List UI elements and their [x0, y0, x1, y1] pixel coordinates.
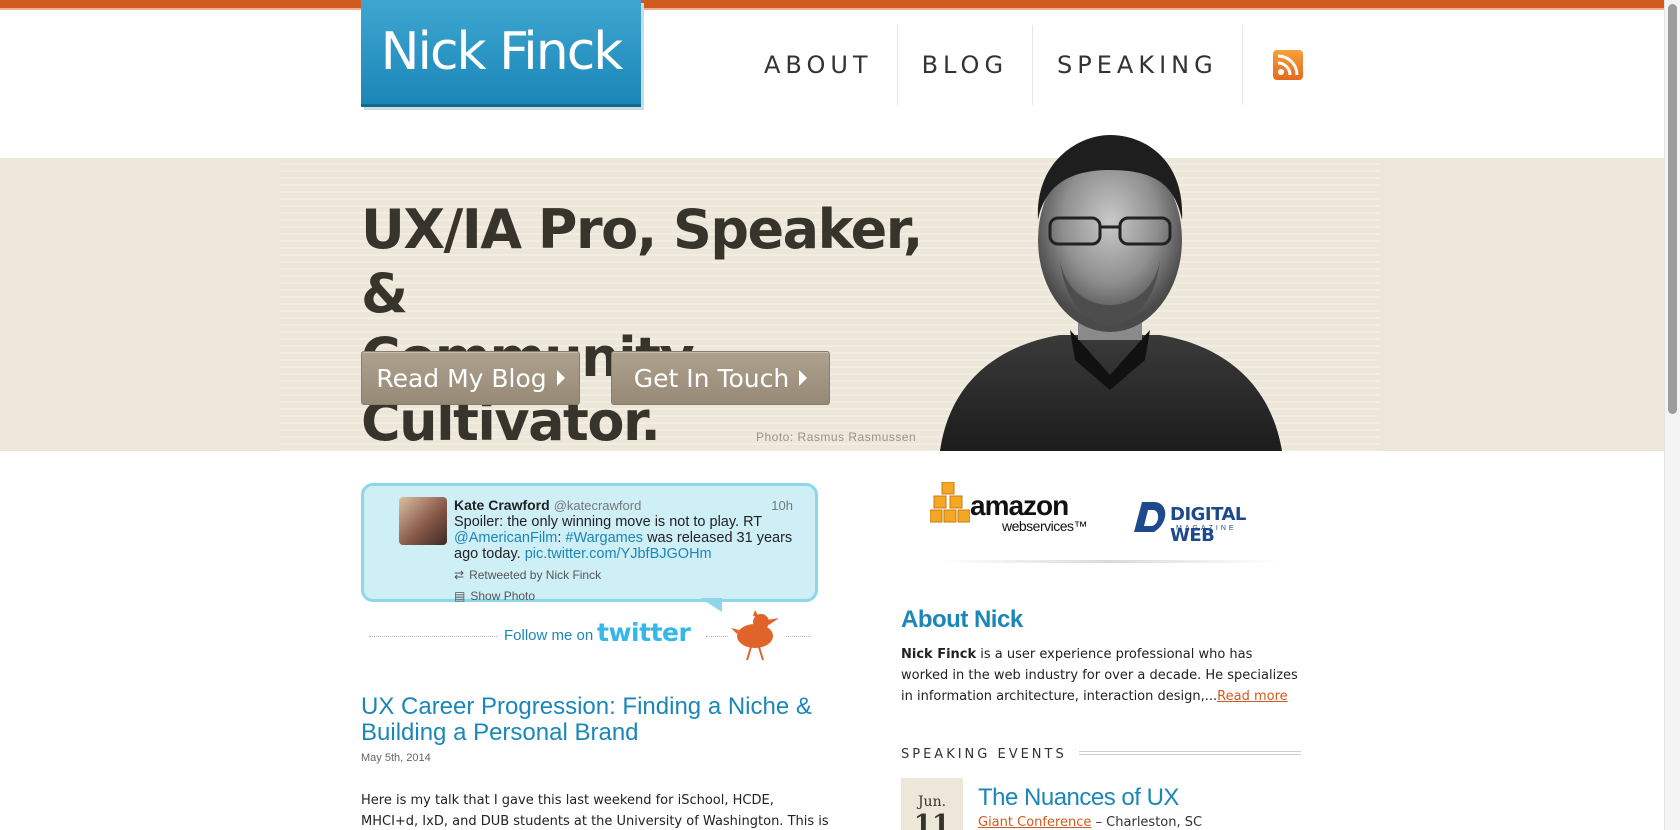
headline-line-1: UX/IA Pro, Speaker, &	[361, 198, 923, 325]
divider	[706, 636, 728, 637]
divider	[369, 636, 497, 637]
tweet-author-name: Kate Crawford	[454, 497, 550, 513]
follow-label: Follow me on	[504, 627, 594, 644]
vertical-scrollbar[interactable]	[1664, 0, 1680, 830]
post-title-link[interactable]: UX Career Progression: Finding a Niche &…	[361, 694, 821, 746]
follow-on-twitter[interactable]: Follow me on twitter	[361, 610, 818, 662]
read-more-link[interactable]: Read more	[1217, 689, 1287, 704]
tweet-bubble-tail	[700, 598, 722, 612]
digital-web-logo[interactable]: DIGITAL WEB MAGAZINE	[1130, 500, 1280, 546]
about-name: Nick Finck	[901, 647, 977, 662]
event-day: 11	[913, 810, 951, 830]
photo-credit: Photo: Rasmus Rasmussen	[756, 430, 917, 444]
post-date: May 5th, 2014	[361, 752, 431, 764]
event-conference-link[interactable]: Giant Conference	[978, 815, 1091, 830]
main-nav: ABOUT BLOG SPEAKING	[740, 20, 1303, 110]
bird-icon	[731, 610, 779, 661]
rss-icon[interactable]	[1272, 50, 1303, 80]
digital-web-subtitle: MAGAZINE	[1176, 525, 1237, 532]
nav-blog[interactable]: BLOG	[898, 25, 1034, 105]
event-city: – Charleston, SC	[1091, 815, 1203, 830]
aws-logo[interactable]: amazon webservices™	[930, 478, 1088, 538]
read-my-blog-button[interactable]: Read My Blog	[361, 351, 580, 405]
tweet-handle: @katecrawford	[553, 498, 642, 513]
caret-right-icon	[556, 370, 565, 386]
show-photo-link[interactable]: ▤ Show Photo	[454, 589, 535, 603]
aws-cubes-icon	[930, 482, 970, 523]
sponsor-logos: amazon webservices™ DIGITAL WEB MAGAZINE	[930, 478, 1285, 568]
top-accent-bar	[0, 0, 1664, 10]
logo-text: Nick Finck	[380, 22, 624, 82]
tweet-pic-link[interactable]: pic.twitter.com/YJbfBJGOHm	[525, 546, 712, 562]
tweet-hashtag-link[interactable]: #Wargames	[565, 530, 643, 546]
about-text: Nick Finck is a user experience professi…	[901, 644, 1301, 707]
hero-banner: UX/IA Pro, Speaker, & Community Cultivat…	[0, 158, 1664, 451]
hero-headline: UX/IA Pro, Speaker, & Community Cultivat…	[361, 198, 981, 451]
event-month: Jun.	[917, 794, 947, 810]
divider	[786, 636, 811, 637]
divider	[940, 560, 1280, 563]
about-heading: About Nick	[901, 606, 1023, 633]
tweet-text-1: Spoiler: the only winning move is not to…	[454, 514, 762, 530]
site-logo[interactable]: Nick Finck	[361, 0, 641, 107]
get-in-touch-button[interactable]: Get In Touch	[611, 351, 830, 405]
event-location: Giant Conference – Charleston, SC	[978, 815, 1202, 830]
digital-web-mark-icon	[1134, 502, 1166, 532]
tweet-text: Spoiler: the only winning move is not to…	[454, 514, 799, 562]
retweeted-by-label: Retweeted by Nick Finck	[469, 568, 602, 582]
avatar[interactable]	[399, 497, 447, 545]
show-photo-label: Show Photo	[470, 589, 536, 603]
post-excerpt: Here is my talk that I gave this last we…	[361, 793, 829, 829]
divider	[1071, 751, 1301, 755]
nav-about[interactable]: ABOUT	[740, 25, 898, 105]
tweet-mention-link[interactable]: @AmericanFilm	[454, 530, 557, 546]
tweet-time[interactable]: 10h	[771, 498, 793, 513]
tweet-author[interactable]: Kate Crawford @katecrawford	[454, 497, 641, 513]
nav-speaking[interactable]: SPEAKING	[1033, 25, 1243, 105]
get-in-touch-label: Get In Touch	[633, 363, 790, 393]
speaking-events-label: SPEAKING EVENTS	[901, 747, 1079, 762]
portrait-photo	[940, 135, 1282, 451]
event-title-link[interactable]: The Nuances of UX	[978, 784, 1179, 812]
embedded-tweet[interactable]: Kate Crawford @katecrawford 10h Spoiler: …	[361, 483, 818, 603]
event-date-badge: Jun. 11	[901, 778, 963, 830]
aws-subtitle: webservices™	[1002, 518, 1088, 534]
twitter-logo: twitter	[597, 618, 691, 647]
retweet-icon: ⇄	[454, 568, 465, 582]
speaking-events-heading: SPEAKING EVENTS	[901, 745, 1301, 762]
scrollbar-thumb[interactable]	[1668, 4, 1677, 414]
photo-icon: ▤	[454, 589, 466, 603]
read-my-blog-label: Read My Blog	[376, 363, 547, 393]
tweet-retweet-info: ⇄ Retweeted by Nick Finck	[454, 568, 601, 582]
caret-right-icon	[799, 370, 808, 386]
